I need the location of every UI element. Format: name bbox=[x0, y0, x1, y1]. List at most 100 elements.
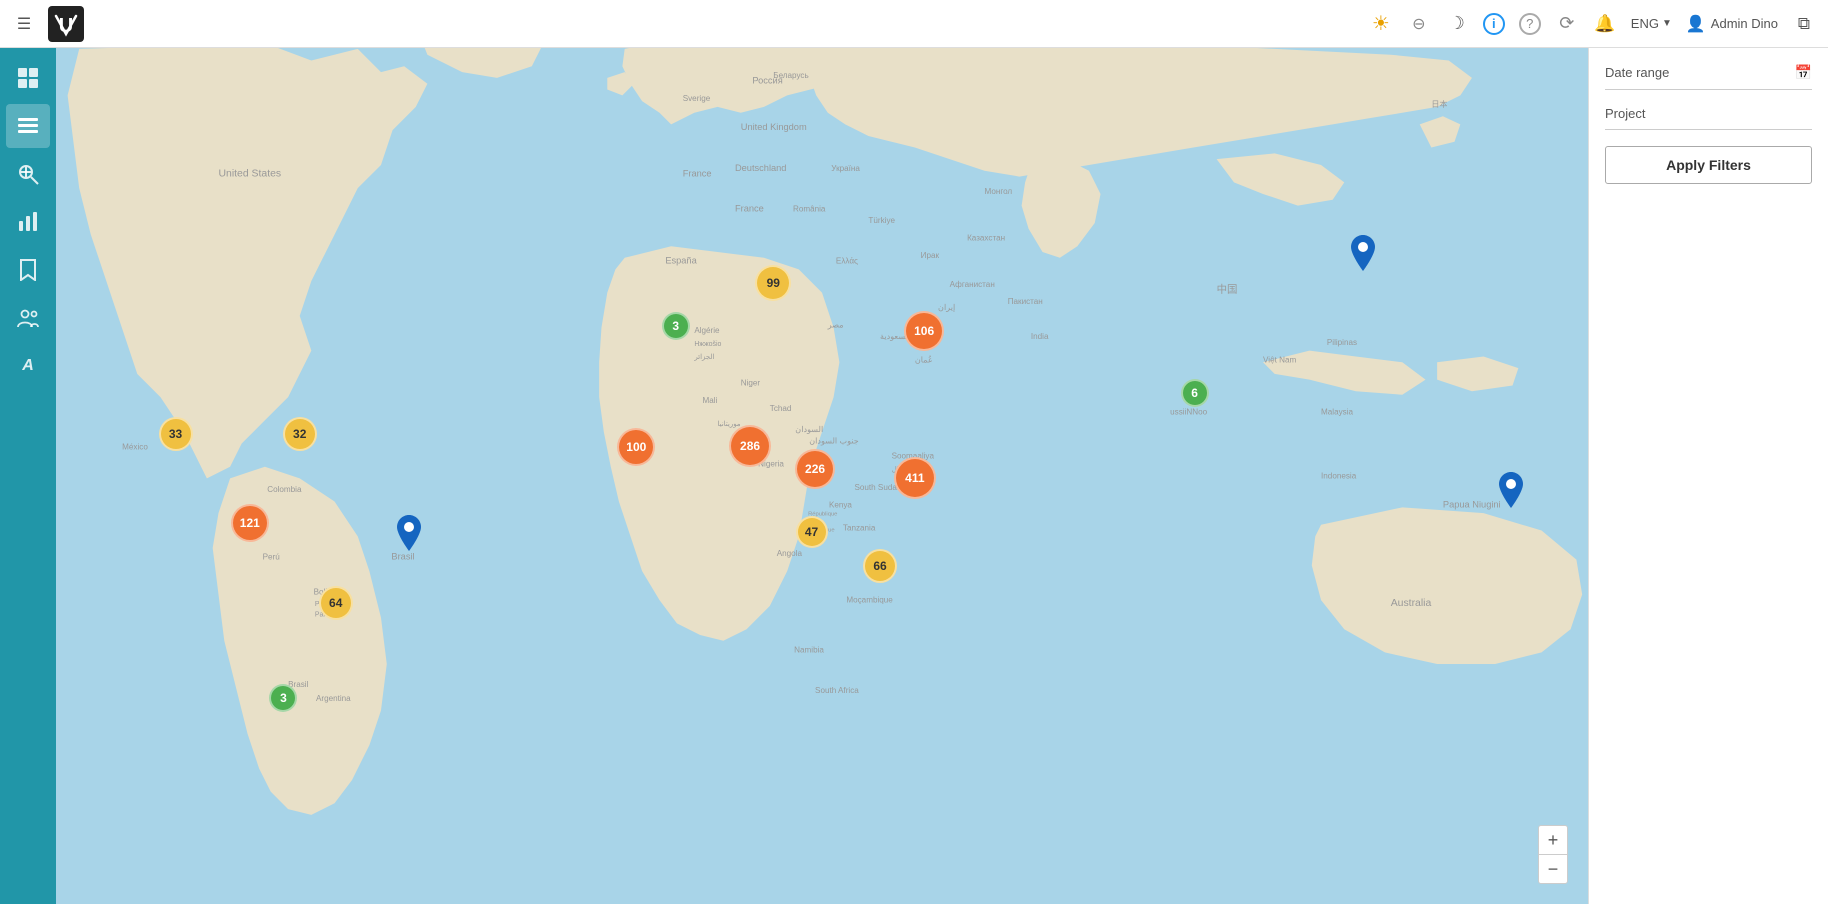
map-container: United States United Kingdom France Deut… bbox=[56, 48, 1588, 904]
sidebar-item-translate[interactable]: A bbox=[6, 344, 50, 388]
svg-text:Papua Niugini: Papua Niugini bbox=[1443, 499, 1501, 509]
zoom-controls: + − bbox=[1538, 825, 1568, 884]
cluster-c2[interactable]: 3 bbox=[662, 312, 690, 340]
svg-text:Россия: Россия bbox=[752, 76, 782, 86]
moon-icon[interactable]: ☽ bbox=[1445, 12, 1469, 36]
cluster-c9[interactable]: 66 bbox=[863, 549, 897, 583]
svg-text:Australia: Australia bbox=[1391, 598, 1432, 609]
person-icon: 👤 bbox=[1686, 14, 1706, 34]
svg-text:إيران: إيران bbox=[938, 303, 955, 312]
date-range-filter: Date range 📅 bbox=[1605, 64, 1812, 90]
svg-text:United Kingdom: United Kingdom bbox=[741, 122, 807, 132]
calendar-icon[interactable]: 📅 bbox=[1795, 64, 1812, 81]
svg-text:ussiiNNoo: ussiiNNoo bbox=[1170, 407, 1207, 416]
sidebar: A bbox=[0, 48, 56, 904]
svg-text:Namibia: Namibia bbox=[794, 645, 824, 654]
topbar: ☰ U ☀ ⊖ ☽ i ? ⟳ 🔔 ENG ▼ 👤 Admin Dino ⧉ bbox=[0, 0, 1828, 48]
svg-text:Deutschland: Deutschland bbox=[735, 163, 787, 173]
svg-text:الجزائر: الجزائر bbox=[693, 353, 714, 361]
cluster-c6[interactable]: 226 bbox=[795, 449, 835, 489]
topbar-right: ☀ ⊖ ☽ i ? ⟳ 🔔 ENG ▼ 👤 Admin Dino ⧉ bbox=[1369, 12, 1816, 36]
external-link-icon[interactable]: ⧉ bbox=[1792, 12, 1816, 36]
cluster-c7[interactable]: 411 bbox=[894, 457, 936, 499]
svg-text:Пакистан: Пакистан bbox=[1008, 297, 1043, 306]
info-icon[interactable]: i bbox=[1483, 13, 1505, 35]
user-menu[interactable]: 👤 Admin Dino bbox=[1686, 14, 1778, 34]
svg-text:South Africa: South Africa bbox=[815, 686, 859, 695]
svg-text:Казахстан: Казахстан bbox=[967, 233, 1005, 242]
sidebar-item-grid[interactable] bbox=[6, 56, 50, 100]
svg-text:Angola: Angola bbox=[777, 549, 803, 558]
svg-text:România: România bbox=[793, 204, 826, 213]
svg-text:中国: 中国 bbox=[1217, 283, 1238, 296]
svg-text:Niger: Niger bbox=[741, 378, 761, 387]
cluster-c3[interactable]: 106 bbox=[904, 311, 944, 351]
topbar-left: ☰ U bbox=[12, 6, 84, 42]
cluster-c10[interactable]: 6 bbox=[1181, 379, 1209, 407]
svg-text:Tchad: Tchad bbox=[770, 404, 792, 413]
sidebar-item-charts[interactable] bbox=[6, 200, 50, 244]
svg-text:موريتانيا: موريتانيا bbox=[718, 420, 741, 428]
svg-text:Argentina: Argentina bbox=[316, 694, 351, 703]
svg-text:Türkiye: Türkiye bbox=[868, 216, 895, 225]
chevron-down-icon: ▼ bbox=[1662, 18, 1672, 29]
language-label: ENG bbox=[1631, 16, 1659, 31]
svg-text:México: México bbox=[122, 442, 148, 451]
cluster-c12[interactable]: 32 bbox=[283, 417, 317, 451]
apply-filters-button[interactable]: Apply Filters bbox=[1605, 146, 1812, 184]
svg-text:Indonesia: Indonesia bbox=[1321, 471, 1357, 480]
sidebar-item-list[interactable] bbox=[6, 104, 50, 148]
pin-p3[interactable] bbox=[397, 515, 421, 556]
sun-icon[interactable]: ☀ bbox=[1369, 12, 1393, 36]
user-name-label: Admin Dino bbox=[1711, 16, 1778, 31]
zoom-out-button[interactable]: − bbox=[1539, 855, 1567, 883]
cluster-c13[interactable]: 121 bbox=[231, 504, 269, 542]
cluster-c15[interactable]: 3 bbox=[269, 684, 297, 712]
language-selector[interactable]: ENG ▼ bbox=[1631, 16, 1672, 31]
cluster-c4[interactable]: 100 bbox=[617, 428, 655, 466]
svg-text:日本: 日本 bbox=[1431, 99, 1447, 109]
svg-text:Mali: Mali bbox=[702, 396, 717, 405]
sidebar-item-search[interactable] bbox=[6, 152, 50, 196]
svg-text:Україна: Україна bbox=[831, 164, 860, 173]
svg-text:جنوب السودان: جنوب السودان bbox=[809, 437, 859, 446]
cluster-c14[interactable]: 64 bbox=[319, 586, 353, 620]
pin-p2[interactable] bbox=[1499, 472, 1523, 513]
svg-text:Malaysia: Malaysia bbox=[1321, 407, 1353, 416]
svg-text:Pilipinas: Pilipinas bbox=[1327, 338, 1357, 347]
main-area: A bbox=[0, 48, 1828, 904]
cluster-c1[interactable]: 99 bbox=[755, 265, 791, 301]
svg-text:Sverige: Sverige bbox=[683, 94, 711, 103]
date-range-label: Date range bbox=[1605, 65, 1669, 80]
menu-icon[interactable]: ☰ bbox=[12, 12, 36, 36]
svg-text:Нжжоšio: Нжжоšio bbox=[694, 341, 721, 348]
svg-text:Perú: Perú bbox=[263, 553, 280, 562]
date-range-label-row: Date range 📅 bbox=[1605, 64, 1812, 90]
pin-p1[interactable] bbox=[1351, 235, 1375, 276]
svg-text:السودان: السودان bbox=[795, 425, 823, 434]
project-label-row: Project bbox=[1605, 106, 1812, 130]
svg-text:India: India bbox=[1031, 332, 1049, 341]
project-filter: Project bbox=[1605, 106, 1812, 130]
svg-text:Việt Nam: Việt Nam bbox=[1263, 355, 1296, 364]
circle-minus-icon[interactable]: ⊖ bbox=[1407, 12, 1431, 36]
cluster-c11[interactable]: 33 bbox=[159, 417, 193, 451]
sidebar-item-bookmarks[interactable] bbox=[6, 248, 50, 292]
bell-icon[interactable]: 🔔 bbox=[1593, 12, 1617, 36]
svg-text:مصر: مصر bbox=[827, 320, 844, 329]
zoom-in-button[interactable]: + bbox=[1539, 826, 1567, 854]
svg-text:United States: United States bbox=[218, 169, 281, 180]
svg-text:Ирак: Ирак bbox=[921, 251, 940, 260]
cluster-c5[interactable]: 286 bbox=[729, 425, 771, 467]
svg-text:France: France bbox=[683, 169, 712, 179]
cluster-c8[interactable]: 47 bbox=[796, 516, 828, 548]
help-icon[interactable]: ? bbox=[1519, 13, 1541, 35]
svg-text:Tanzania: Tanzania bbox=[843, 524, 876, 533]
project-label: Project bbox=[1605, 106, 1645, 121]
right-panel: Date range 📅 Project Apply Filters bbox=[1588, 48, 1828, 904]
svg-text:Монгол: Монгол bbox=[984, 187, 1012, 196]
refresh-icon[interactable]: ⟳ bbox=[1555, 12, 1579, 36]
sidebar-item-people[interactable] bbox=[6, 296, 50, 340]
svg-text:Colombia: Colombia bbox=[267, 485, 302, 494]
svg-text:France: France bbox=[735, 203, 764, 213]
